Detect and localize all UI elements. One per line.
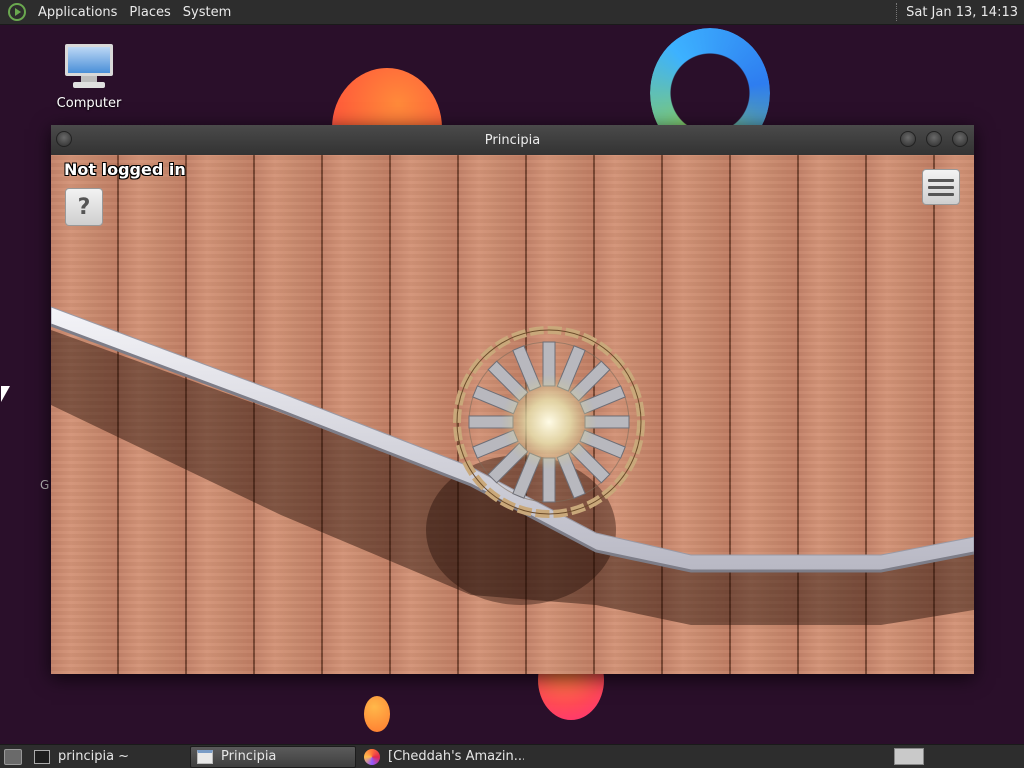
window-menu-button[interactable] [56, 131, 72, 147]
maximize-button[interactable] [926, 131, 942, 147]
taskbar-item-label: Principia [221, 749, 277, 764]
menu-applications[interactable]: Applications [32, 5, 123, 20]
close-button[interactable] [952, 131, 968, 147]
spoked-wheel [453, 326, 645, 518]
clock[interactable]: Sat Jan 13, 14:13 [906, 5, 1018, 20]
principia-window: Principia Not logged in ? [51, 125, 974, 674]
window-icon [197, 749, 213, 764]
taskbar-item-terminal[interactable]: principia ~ [28, 746, 188, 768]
desktop-icon-computer[interactable]: Computer [54, 44, 124, 111]
wallpaper-small-shape [364, 696, 390, 732]
help-button[interactable]: ? [65, 188, 103, 226]
mouse-pointer-icon [1, 386, 10, 402]
minimize-button[interactable] [900, 131, 916, 147]
window-title: Principia [484, 132, 541, 148]
terminal-icon [34, 749, 50, 764]
game-scene [51, 306, 974, 625]
hamburger-menu-icon[interactable] [922, 169, 960, 205]
menu-system[interactable]: System [177, 5, 237, 20]
taskbar-item-label: principia ~ [58, 749, 130, 764]
show-desktop-icon[interactable] [4, 748, 22, 765]
distro-logo-icon[interactable] [8, 3, 26, 21]
menu-places[interactable]: Places [123, 5, 176, 20]
taskbar-item-label: [Cheddah's Amazin... [388, 749, 524, 764]
desktop-icon-label: Computer [56, 96, 122, 111]
bottom-panel: principia ~ Principia [Cheddah's Amazin.… [0, 744, 1024, 768]
workspace-switcher[interactable] [894, 748, 924, 765]
desktop-stray-text: G [40, 478, 50, 492]
taskbar-item-browser[interactable]: [Cheddah's Amazin... [358, 746, 524, 768]
computer-icon [65, 44, 113, 90]
game-canvas[interactable]: Not logged in ? [51, 155, 974, 674]
login-status: Not logged in [64, 160, 186, 179]
browser-icon [364, 748, 380, 765]
taskbar-item-principia[interactable]: Principia [190, 745, 356, 768]
panel-separator [896, 3, 898, 21]
window-titlebar[interactable]: Principia [51, 125, 974, 155]
top-panel: Applications Places System Sat Jan 13, 1… [0, 0, 1024, 25]
